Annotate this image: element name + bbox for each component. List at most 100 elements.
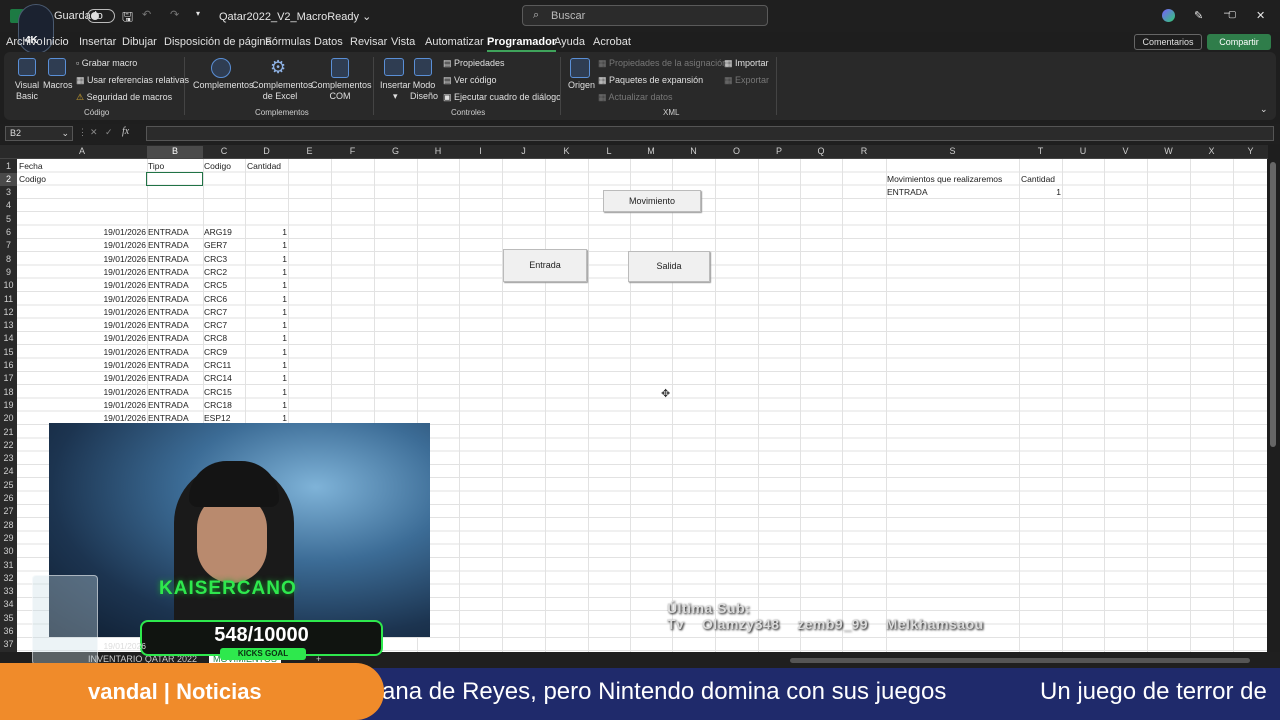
row-header-28[interactable]: 28: [0, 519, 17, 532]
function-icon[interactable]: fx: [122, 126, 129, 137]
scroll-thumb[interactable]: [1270, 162, 1276, 447]
column-header-q[interactable]: Q: [800, 146, 842, 158]
pen-icon[interactable]: ✎: [1194, 9, 1203, 22]
cell-b1[interactable]: Tipo: [148, 160, 164, 173]
addins-button[interactable]: Complementos: [193, 80, 254, 91]
row-header-14[interactable]: 14: [0, 332, 17, 345]
column-header-n[interactable]: N: [672, 146, 715, 158]
row-header-36[interactable]: 36: [0, 625, 17, 638]
cell-tipo[interactable]: ENTRADA: [148, 226, 203, 239]
cell-cantidad[interactable]: 1: [247, 306, 287, 319]
cell-a37[interactable]: 19/01/2026: [60, 640, 146, 653]
name-box[interactable]: B2 ⌄: [5, 126, 73, 141]
cell-t2[interactable]: Cantidad: [1021, 173, 1055, 186]
excel-addins-button[interactable]: Complementos de Excel: [252, 80, 313, 102]
refresh-data-button[interactable]: ▦ Actualizar datos: [598, 92, 673, 103]
cell-cantidad[interactable]: 1: [247, 239, 287, 252]
tab-vista[interactable]: Vista: [391, 36, 415, 48]
tab-formulas[interactable]: Fórmulas: [265, 36, 311, 48]
cell-codigo[interactable]: CRC11: [204, 359, 244, 372]
cell-cantidad[interactable]: 1: [247, 253, 287, 266]
row-header-34[interactable]: 34: [0, 598, 17, 611]
cell-tipo[interactable]: ENTRADA: [148, 332, 203, 345]
cell-tipo[interactable]: ENTRADA: [148, 359, 203, 372]
customize-icon[interactable]: ▾: [196, 9, 200, 18]
maximize-icon[interactable]: ▢: [1228, 9, 1237, 20]
cell-tipo[interactable]: ENTRADA: [148, 372, 203, 385]
cell-cantidad[interactable]: 1: [247, 359, 287, 372]
copilot-icon[interactable]: [1162, 9, 1175, 22]
cell-cantidad[interactable]: 1: [247, 279, 287, 292]
column-header-o[interactable]: O: [715, 146, 758, 158]
cell-fecha[interactable]: 19/01/2026: [19, 226, 146, 239]
macros-button[interactable]: Macros: [43, 80, 73, 91]
row-header-3[interactable]: 3: [0, 186, 17, 199]
row-header-31[interactable]: 31: [0, 559, 17, 572]
row-header-2[interactable]: 2: [0, 172, 17, 186]
cell-codigo[interactable]: ARG19: [204, 226, 244, 239]
row-header-32[interactable]: 32: [0, 572, 17, 585]
cell-codigo[interactable]: CRC7: [204, 306, 244, 319]
row-header-12[interactable]: 12: [0, 306, 17, 319]
relative-refs-button[interactable]: ▦ Usar referencias relativas: [76, 75, 189, 86]
cell-cantidad[interactable]: 1: [247, 293, 287, 306]
row-header-21[interactable]: 21: [0, 426, 17, 439]
share-button[interactable]: Compartir: [1207, 34, 1271, 50]
row-header-1[interactable]: 1: [0, 160, 17, 173]
file-name[interactable]: Qatar2022_V2_MacroReady ⌄: [219, 10, 371, 23]
cell-tipo[interactable]: ENTRADA: [148, 279, 203, 292]
column-header-c[interactable]: C: [203, 146, 245, 158]
export-button[interactable]: ▦ Exportar: [724, 75, 769, 86]
tab-automatizar[interactable]: Automatizar: [425, 36, 484, 48]
cell-d1[interactable]: Cantidad: [247, 160, 281, 173]
entrada-button[interactable]: Entrada: [503, 249, 587, 282]
cell-fecha[interactable]: 19/01/2026: [19, 399, 146, 412]
cell-cantidad[interactable]: 1: [247, 332, 287, 345]
cell-codigo[interactable]: CRC3: [204, 253, 244, 266]
formula-input[interactable]: [146, 126, 1274, 141]
cell-a2[interactable]: Codigo: [19, 173, 46, 186]
column-header-b[interactable]: B: [147, 146, 203, 158]
row-header-35[interactable]: 35: [0, 612, 17, 625]
column-header-u[interactable]: U: [1062, 146, 1104, 158]
xml-source-button[interactable]: Origen: [568, 80, 595, 91]
expansion-packs-button[interactable]: ▦ Paquetes de expansión: [598, 75, 703, 86]
row-header-22[interactable]: 22: [0, 439, 17, 452]
column-header-j[interactable]: J: [502, 146, 545, 158]
column-header-r[interactable]: R: [842, 146, 886, 158]
row-header-13[interactable]: 13: [0, 319, 17, 332]
comments-button[interactable]: Comentarios: [1134, 34, 1202, 50]
row-header-33[interactable]: 33: [0, 585, 17, 598]
column-header-p[interactable]: P: [758, 146, 800, 158]
column-header-l[interactable]: L: [588, 146, 630, 158]
cell-fecha[interactable]: 19/01/2026: [19, 306, 146, 319]
row-header-20[interactable]: 20: [0, 412, 17, 425]
horizontal-scrollbar[interactable]: [790, 658, 1250, 663]
row-header-10[interactable]: 10: [0, 279, 17, 292]
tab-acrobat[interactable]: Acrobat: [593, 36, 631, 48]
cell-tipo[interactable]: ENTRADA: [148, 266, 203, 279]
column-header-e[interactable]: E: [288, 146, 331, 158]
row-header-18[interactable]: 18: [0, 386, 17, 399]
cell-tipo[interactable]: ENTRADA: [148, 319, 203, 332]
cancel-icon[interactable]: ✕: [90, 127, 98, 138]
cell-codigo[interactable]: CRC15: [204, 386, 244, 399]
undo-icon[interactable]: ↶: [142, 8, 151, 21]
row-header-16[interactable]: 16: [0, 359, 17, 372]
cell-codigo[interactable]: CRC7: [204, 319, 244, 332]
cell-codigo[interactable]: CRC9: [204, 346, 244, 359]
column-header-t[interactable]: T: [1019, 146, 1062, 158]
tab-programador[interactable]: Programador: [487, 36, 557, 52]
tab-revisar[interactable]: Revisar: [350, 36, 387, 48]
column-header-y[interactable]: Y: [1233, 146, 1268, 158]
save-icon[interactable]: 🖫: [122, 8, 133, 30]
cell-cantidad[interactable]: 1: [247, 226, 287, 239]
column-header-x[interactable]: X: [1190, 146, 1233, 158]
row-header-4[interactable]: 4: [0, 199, 17, 212]
row-header-9[interactable]: 9: [0, 266, 17, 279]
row-header-37[interactable]: 37: [0, 638, 17, 651]
com-addins-button[interactable]: Complementos COM: [311, 80, 372, 102]
run-dialog-button[interactable]: ▣ Ejecutar cuadro de diálogo: [443, 92, 561, 103]
cell-tipo[interactable]: ENTRADA: [148, 399, 203, 412]
cell-fecha[interactable]: 19/01/2026: [19, 253, 146, 266]
